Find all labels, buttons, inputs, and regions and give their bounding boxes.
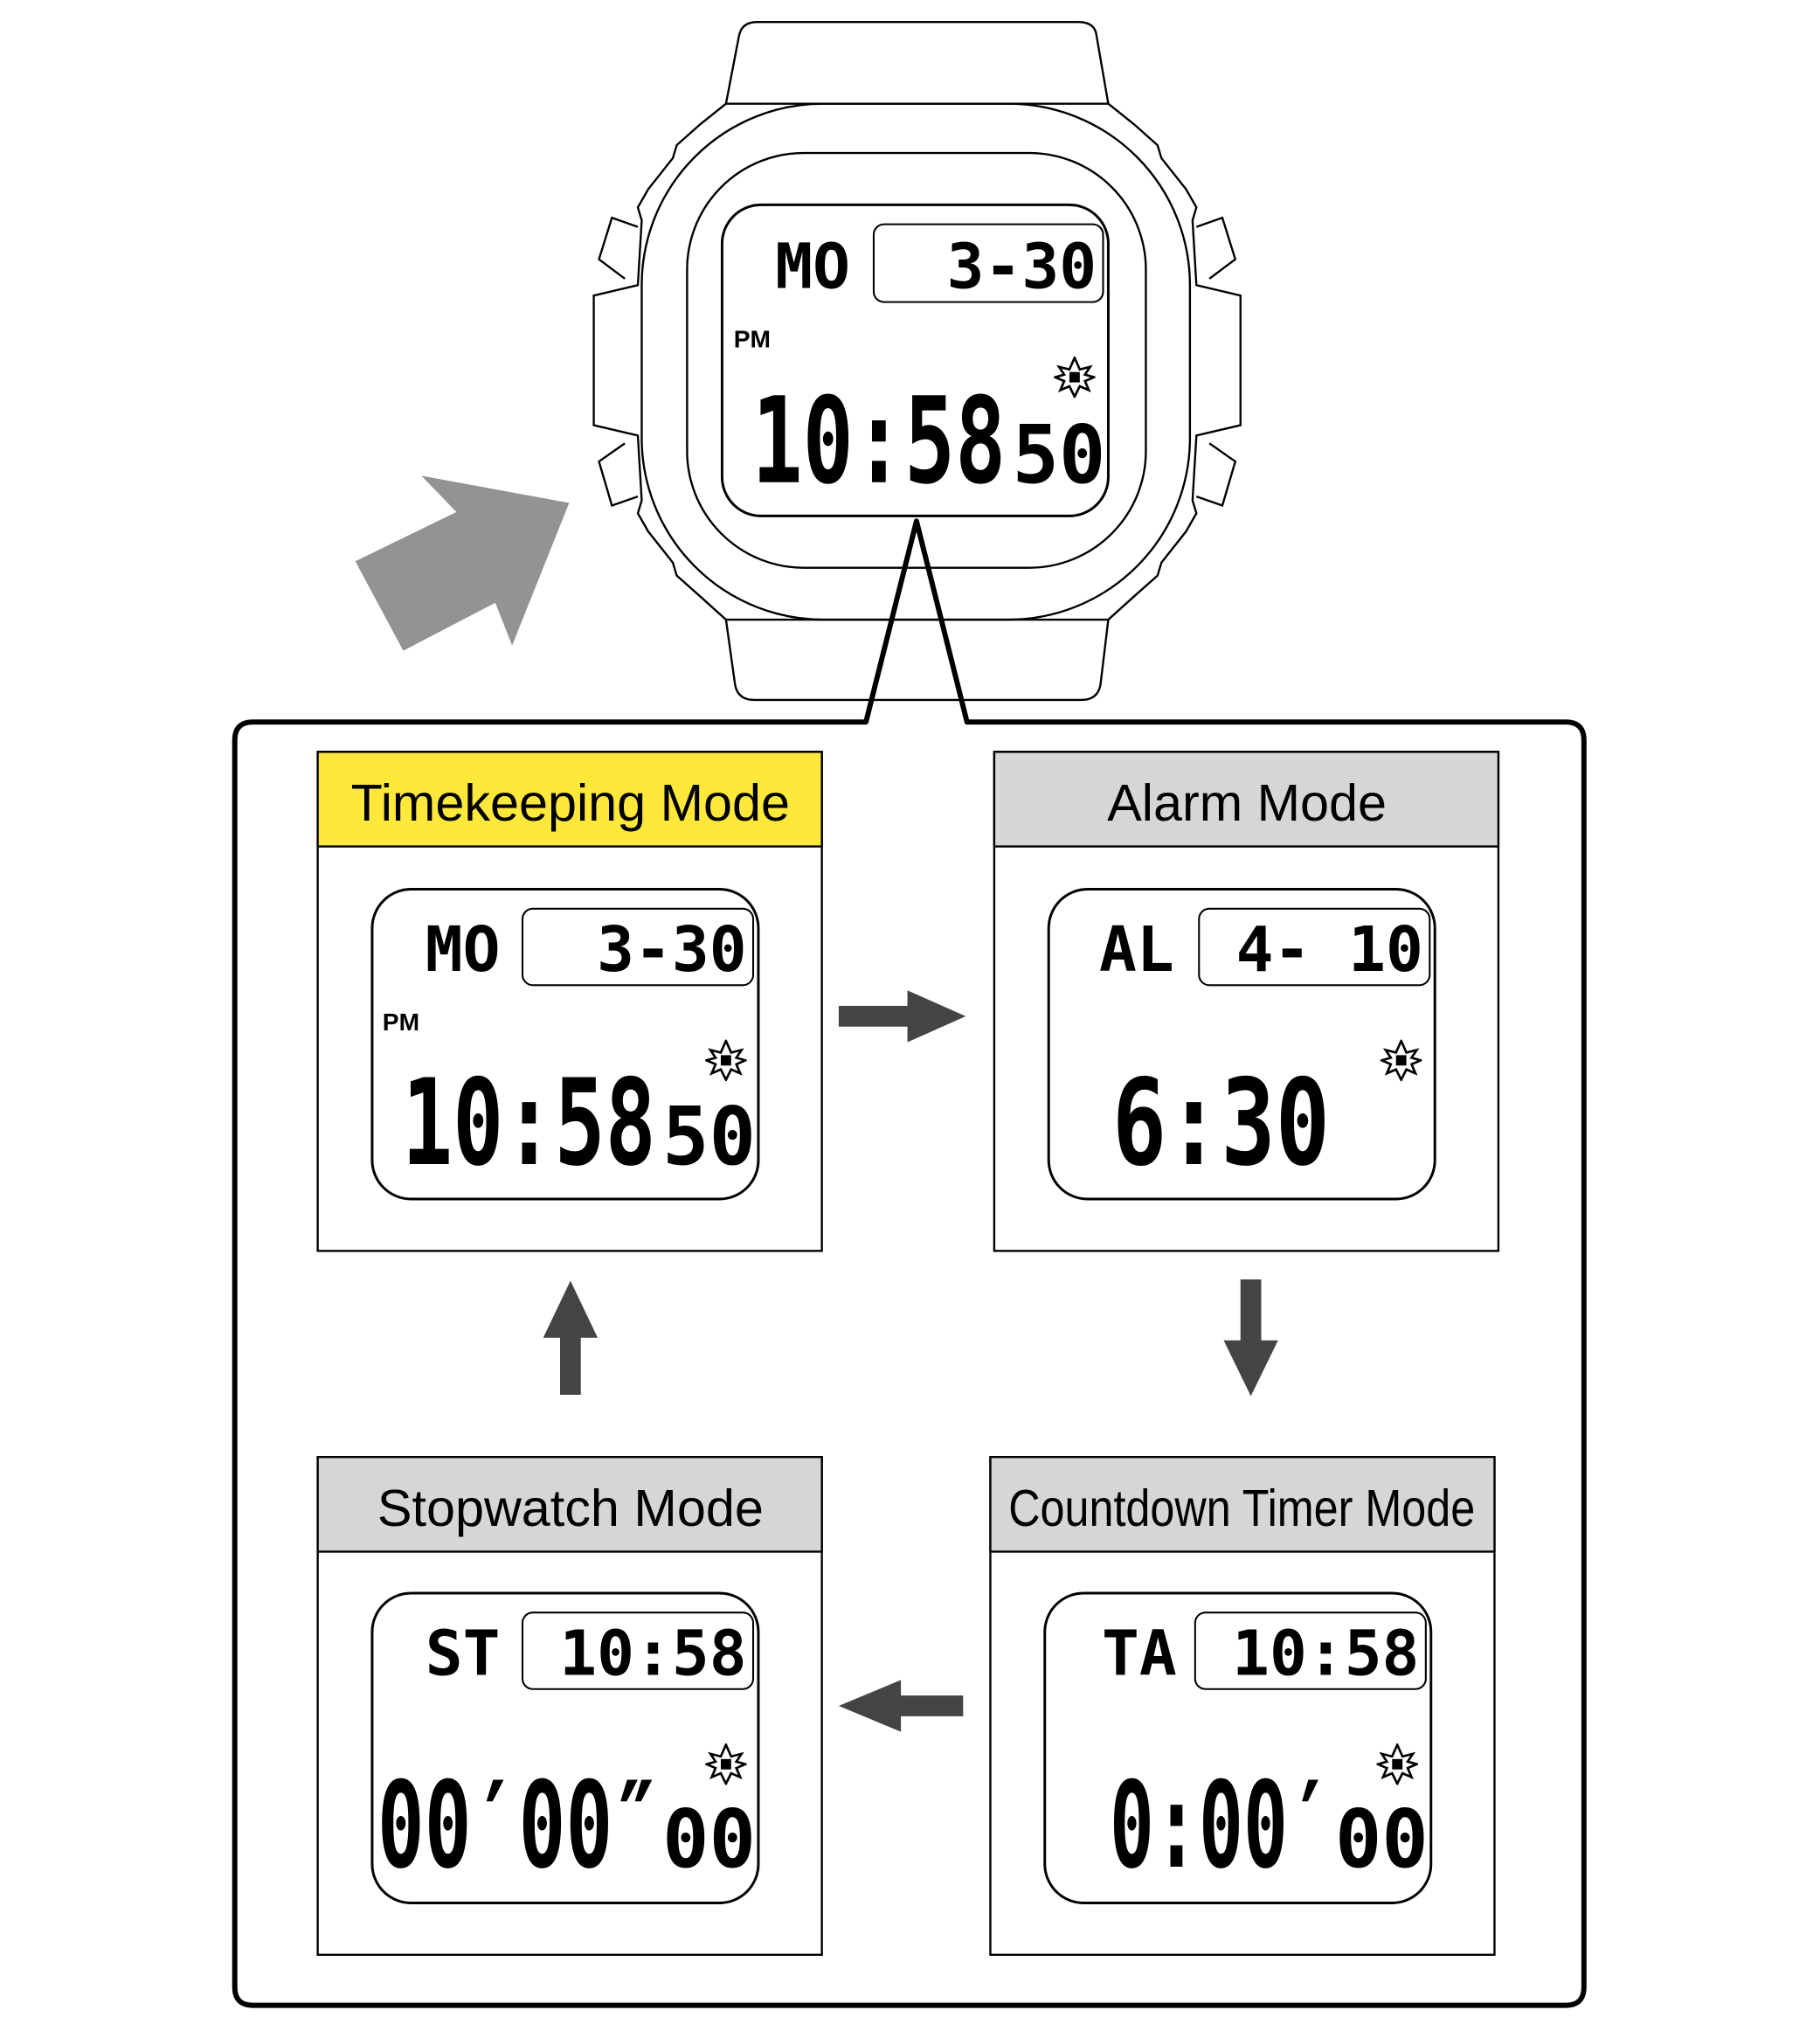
watch-seconds: 50 <box>1013 408 1106 502</box>
right-bottom-button <box>1195 442 1237 508</box>
lcd-top: 4- 10 <box>1236 913 1423 986</box>
panel-countdown-timer[interactable]: Countdown Timer Mode TA 10:58 0:00′ 00 <box>989 1456 1496 1956</box>
left-bottom-button <box>598 442 639 508</box>
lcd-main: 10:58 <box>402 1054 656 1193</box>
watch-pm: PM <box>734 325 771 353</box>
watch-day: MO <box>775 230 850 302</box>
arrow-right-icon <box>838 990 966 1043</box>
lcd-label: AL <box>1099 913 1174 986</box>
watch-illustration: MO 3-30 PM 10:58 50 <box>592 21 1242 702</box>
lcd-main: 6:30 <box>1112 1054 1330 1193</box>
right-top-button <box>1195 216 1237 280</box>
panel-timekeeping[interactable]: Timekeeping Mode MO 3-30 PM 10:58 50 <box>316 751 823 1252</box>
lcd-label: MO <box>426 913 501 986</box>
title-countdown-timer: Countdown Timer Mode <box>1008 1479 1475 1537</box>
lcd-small: 50 <box>662 1090 756 1183</box>
lcd-small: 00 <box>1335 1792 1429 1886</box>
lcd-top: 10:58 <box>1232 1617 1419 1689</box>
lcd-top: 10:58 <box>559 1617 746 1689</box>
title-stopwatch: Stopwatch Mode <box>377 1479 764 1537</box>
title-timekeeping: Timekeeping Mode <box>351 773 790 832</box>
watch-date: 3-30 <box>947 230 1097 302</box>
pointer-arrow <box>355 475 570 651</box>
panel-alarm[interactable]: Alarm Mode AL 4- 10 6:30 <box>993 751 1500 1252</box>
arrow-up-icon <box>543 1280 599 1396</box>
lcd-top: 3-30 <box>597 913 746 986</box>
title-alarm: Alarm Mode <box>1107 773 1387 832</box>
lcd-label: TA <box>1102 1617 1177 1689</box>
watch-time: 10:58 <box>752 372 1007 511</box>
mode-diagram: MO 3-30 PM 10:58 50 Timekeeping Mode MO … <box>232 21 1587 2008</box>
watch-strap-top <box>724 21 1110 104</box>
lcd-small: 00 <box>662 1792 756 1886</box>
arrow-down-icon <box>1223 1279 1278 1397</box>
arrow-left-icon <box>838 1680 964 1732</box>
lcd-label: ST <box>426 1617 501 1689</box>
lcd-pm: PM <box>383 1008 419 1036</box>
panel-stopwatch[interactable]: Stopwatch Mode ST 10:58 00′00″ 00 <box>316 1456 823 1956</box>
lcd-main: 00′00″ <box>377 1757 660 1896</box>
left-top-button <box>598 216 639 280</box>
lcd-main: 0:00′ <box>1110 1757 1332 1896</box>
watch-strap-bottom <box>724 619 1110 702</box>
